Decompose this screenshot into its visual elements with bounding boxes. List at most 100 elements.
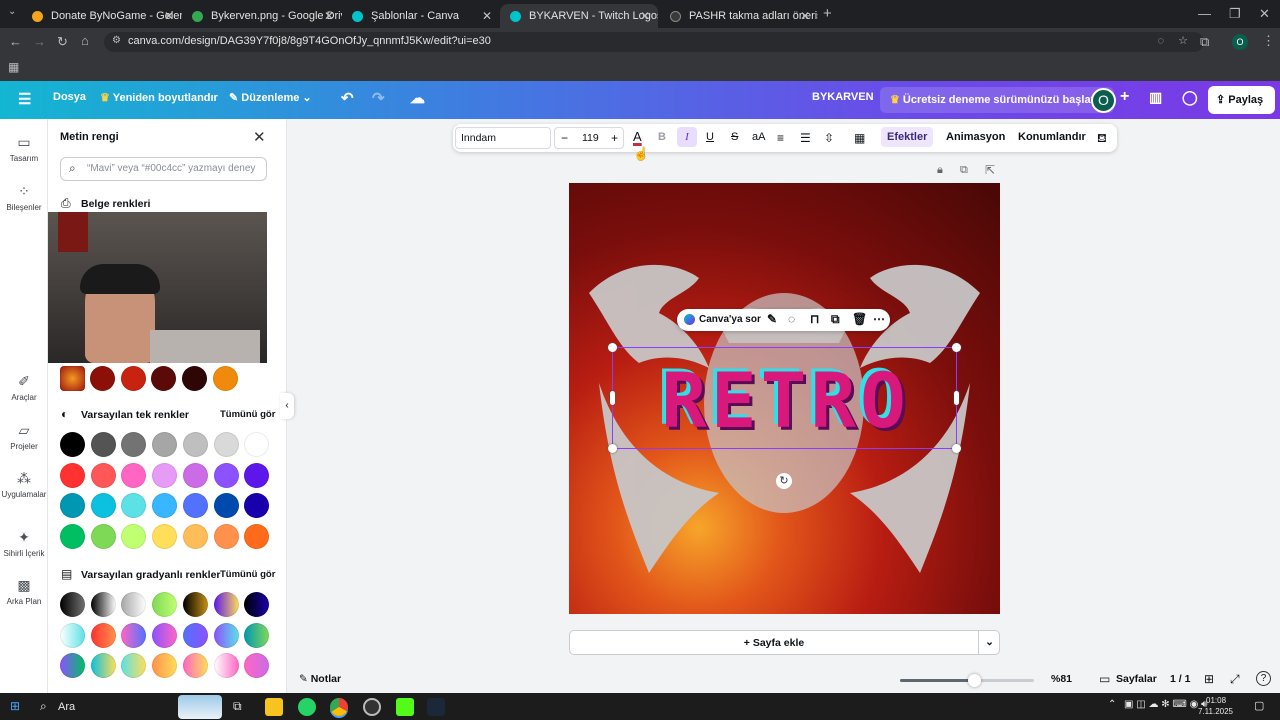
minimize-icon[interactable]: — bbox=[1198, 6, 1211, 21]
notifications-icon[interactable]: ▢ bbox=[1254, 699, 1264, 712]
retro-text[interactable]: RETRO bbox=[613, 356, 958, 445]
close-tab-icon[interactable]: ✕ bbox=[324, 9, 334, 23]
solid-color-swatch[interactable] bbox=[60, 493, 85, 519]
file-explorer-icon[interactable] bbox=[265, 698, 283, 716]
browser-tab-active[interactable]: BYKARVEN - Twitch Logosu ✕ bbox=[500, 4, 658, 28]
browser-tab[interactable]: Bykerven.png - Google Drive ✕ bbox=[182, 4, 342, 28]
color-search-input[interactable]: ⌕ “Mavi” veya “#00c4cc” yazmayı deney bbox=[60, 157, 267, 181]
resize-handle[interactable] bbox=[952, 343, 961, 352]
design-page[interactable]: RETRO ↻ bbox=[569, 183, 1000, 614]
gradient-color-swatch[interactable] bbox=[90, 622, 116, 648]
close-tab-icon[interactable]: ✕ bbox=[482, 9, 492, 23]
home-icon[interactable]: ⌂ bbox=[81, 33, 89, 48]
bookmark-star-icon[interactable]: ☆ bbox=[1178, 34, 1188, 47]
ask-canva-button[interactable]: Canva'ya sor bbox=[699, 314, 761, 325]
redo-icon[interactable]: ↷ bbox=[372, 89, 385, 107]
solid-color-swatch[interactable] bbox=[60, 462, 85, 488]
chevron-down-icon[interactable]: ⌄ bbox=[978, 631, 1000, 654]
solid-color-swatch[interactable] bbox=[182, 462, 208, 488]
help-icon[interactable]: ? bbox=[1256, 671, 1271, 686]
gradient-color-swatch[interactable] bbox=[60, 622, 85, 648]
solid-color-swatch[interactable] bbox=[244, 462, 270, 488]
whatsapp-icon[interactable] bbox=[298, 698, 316, 716]
solid-color-swatch[interactable] bbox=[213, 432, 239, 457]
gradient-color-swatch[interactable] bbox=[121, 592, 147, 617]
kick-icon[interactable] bbox=[396, 698, 414, 716]
solid-color-swatch[interactable] bbox=[244, 493, 270, 519]
italic-icon[interactable]: I bbox=[677, 127, 697, 147]
start-trial-button[interactable]: ♛ Ücretsiz deneme sürümünüzü başlatın bbox=[880, 87, 1115, 113]
doc-image-swatch[interactable] bbox=[60, 366, 85, 391]
gradient-color-swatch[interactable] bbox=[121, 653, 147, 679]
solid-color-swatch[interactable] bbox=[213, 493, 239, 519]
doc-color-swatch[interactable] bbox=[120, 366, 146, 391]
gradient-color-swatch[interactable] bbox=[182, 622, 208, 648]
gradient-color-swatch[interactable] bbox=[213, 592, 239, 617]
gradient-color-swatch[interactable] bbox=[244, 653, 270, 679]
insights-icon[interactable]: ▥ bbox=[1149, 89, 1162, 106]
tab-search-icon[interactable]: ⌄ bbox=[8, 6, 16, 17]
rail-item-background[interactable]: ▩ Arka Plan bbox=[0, 577, 48, 606]
gradient-color-swatch[interactable] bbox=[152, 622, 178, 648]
gradient-color-swatch[interactable] bbox=[152, 653, 178, 679]
underline-icon[interactable]: U bbox=[706, 131, 714, 143]
user-avatar[interactable]: O bbox=[1091, 88, 1116, 113]
gradient-color-swatch[interactable] bbox=[182, 592, 208, 617]
gradient-color-swatch[interactable] bbox=[60, 653, 85, 679]
transparency-icon[interactable]: ▦ bbox=[854, 131, 865, 145]
taskbar-search[interactable]: Ara bbox=[58, 701, 75, 713]
add-page-icon[interactable]: ⇱ bbox=[985, 163, 995, 177]
solid-color-swatch[interactable] bbox=[152, 462, 178, 488]
windows-start-icon[interactable]: ⊞ bbox=[10, 699, 20, 713]
rail-item-elements[interactable]: ⁘ Bileşenler bbox=[0, 183, 48, 212]
address-bar[interactable]: ⚙ canva.com/design/DAG39Y7f0j8/8g9T4GOnO… bbox=[104, 32, 1204, 52]
solid-color-swatch[interactable] bbox=[121, 432, 147, 457]
rail-item-apps[interactable]: ⁂ Uygulamalar bbox=[0, 470, 48, 499]
profile-avatar[interactable]: O bbox=[1232, 34, 1248, 50]
clock-date[interactable]: 7.11.2025 bbox=[1198, 707, 1233, 716]
resize-handle[interactable] bbox=[608, 444, 617, 453]
decrease-size-button[interactable]: − bbox=[561, 131, 568, 145]
solid-color-swatch[interactable] bbox=[90, 462, 116, 488]
gradient-color-swatch[interactable] bbox=[90, 592, 116, 617]
edit-mode-button[interactable]: ✎ Düzenleme ⌄ bbox=[229, 91, 312, 104]
browser-tab[interactable]: PASHR takma adları önerisi ✕ bbox=[660, 4, 818, 28]
doc-color-swatch[interactable] bbox=[90, 366, 115, 391]
lock-element-icon[interactable]: ⊓ bbox=[810, 312, 819, 326]
solid-color-swatch[interactable] bbox=[182, 432, 208, 457]
solid-color-swatch[interactable] bbox=[121, 524, 147, 550]
solid-color-swatch[interactable] bbox=[213, 524, 239, 550]
solid-color-swatch[interactable] bbox=[60, 524, 85, 550]
solid-color-swatch[interactable] bbox=[121, 493, 147, 519]
resize-handle[interactable] bbox=[952, 444, 961, 453]
solid-color-swatch[interactable] bbox=[244, 524, 270, 550]
effects-button[interactable]: Efektler bbox=[881, 127, 934, 147]
more-options-icon[interactable]: ⋯ bbox=[873, 312, 885, 326]
apps-grid-icon[interactable]: ▦ bbox=[8, 60, 19, 74]
clock-time[interactable]: 01:08 bbox=[1206, 696, 1226, 705]
doc-color-swatch[interactable] bbox=[151, 366, 177, 391]
solid-color-swatch[interactable] bbox=[152, 524, 178, 550]
fullscreen-icon[interactable]: ⤢ bbox=[1230, 672, 1240, 687]
duplicate-element-icon[interactable]: ⧉ bbox=[831, 312, 840, 327]
copy-style-icon[interactable]: ⛾ bbox=[1097, 131, 1107, 147]
collapse-panel-handle[interactable]: ‹ bbox=[280, 393, 294, 419]
rail-item-design[interactable]: ▭ Tasarım bbox=[0, 134, 48, 163]
solid-color-swatch[interactable] bbox=[213, 462, 239, 488]
close-tab-icon[interactable]: ✕ bbox=[800, 9, 810, 23]
tray-icons[interactable]: ▣ ◫ ☁ ✻ ⌨ ◉ 🔊︎ bbox=[1124, 699, 1207, 710]
close-panel-icon[interactable]: ✕ bbox=[253, 128, 266, 146]
browser-menu-icon[interactable]: ⋮ bbox=[1262, 33, 1275, 49]
rail-item-tools[interactable]: ✐ Araçlar bbox=[0, 373, 48, 402]
new-tab-icon[interactable]: + bbox=[823, 5, 832, 22]
solid-color-swatch[interactable] bbox=[90, 524, 116, 550]
gradient-color-swatch[interactable] bbox=[152, 592, 178, 617]
extensions-icon[interactable]: ⧉ bbox=[1200, 34, 1209, 50]
delete-icon[interactable]: 🗑︎ bbox=[852, 312, 867, 326]
solid-color-swatch[interactable] bbox=[244, 432, 270, 457]
close-tab-icon[interactable]: ✕ bbox=[640, 9, 650, 23]
pages-button[interactable]: Sayfalar bbox=[1116, 673, 1157, 685]
solid-color-swatch[interactable] bbox=[152, 493, 178, 519]
browser-tab[interactable]: Donate ByNoGame - Gelen/Gid ✕ bbox=[22, 4, 182, 28]
strikethrough-icon[interactable]: S bbox=[731, 131, 738, 143]
